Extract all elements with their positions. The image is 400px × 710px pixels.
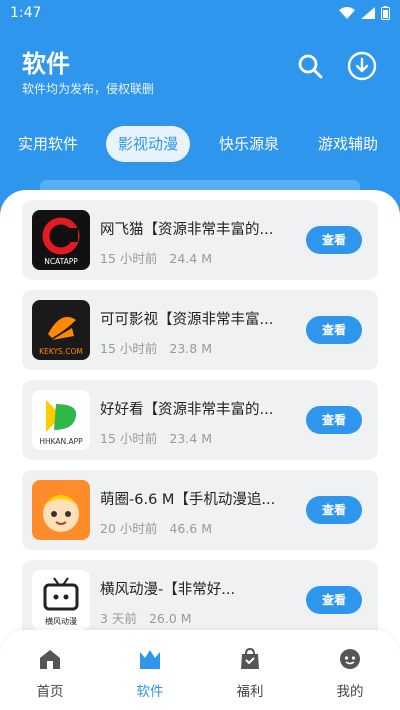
app-time: 20 小时前 [100, 521, 158, 536]
tab-game-assist[interactable]: 游戏辅助 [318, 126, 378, 162]
gift-icon [241, 647, 259, 669]
app-title: 可可影视【资源非常丰富... [100, 312, 274, 328]
wifi-icon [339, 7, 355, 19]
app-title: 横风动漫-【非常好... [100, 582, 236, 598]
nav-software[interactable]: 软件 [110, 648, 190, 700]
app-icon-ncat: NCATAPP [32, 210, 90, 270]
app-size: 23.8 M [169, 341, 212, 356]
home-icon [40, 650, 60, 669]
view-button[interactable]: 查看 [306, 406, 362, 434]
app-time: 15 小时前 [100, 251, 158, 266]
app-title: 萌圈-6.6 M【手机动漫追... [100, 492, 276, 508]
nav-label: 福利 [236, 684, 264, 700]
app-size: 46.6 M [169, 521, 212, 536]
app-meta: 15 小时前 23.8 M [100, 338, 212, 357]
app-size: 24.4 M [169, 251, 212, 266]
status-time: 1:47 [10, 5, 42, 21]
app-title: 好好看【资源非常丰富的... [100, 402, 274, 418]
nav-home[interactable]: 首页 [10, 648, 90, 700]
search-button[interactable] [294, 50, 326, 82]
app-time: 15 小时前 [100, 431, 158, 446]
tab-utility[interactable]: 实用软件 [18, 126, 78, 162]
status-bar: 1:47 [0, 0, 400, 28]
page-subtitle: 软件均为发布，侵权联删 [22, 82, 155, 96]
app-meta: 20 小时前 46.6 M [100, 518, 212, 537]
app-icon-hhkan: HHKAN.APP [32, 390, 90, 450]
svg-text:KEKYS.COM: KEKYS.COM [39, 347, 83, 356]
app-meta: 15 小时前 24.4 M [100, 248, 212, 267]
svg-text:HHKAN.APP: HHKAN.APP [39, 437, 83, 446]
tab-happy-source[interactable]: 快乐源泉 [219, 126, 279, 162]
software-icon [140, 650, 160, 669]
nav-label: 软件 [136, 684, 164, 700]
app-time: 15 小时前 [100, 341, 158, 356]
bottom-nav: 首页 软件 福利 我的 [0, 630, 400, 710]
nav-profile[interactable]: 我的 [310, 648, 390, 700]
app-card[interactable]: 横风动漫 横风动漫-【非常好... 3 天前 26.0 M 查看 [22, 560, 378, 640]
nav-label: 我的 [336, 684, 364, 700]
download-button[interactable] [346, 50, 378, 82]
app-card[interactable]: KEKYS.COM 可可影视【资源非常丰富... 15 小时前 23.8 M 查看 [22, 290, 378, 370]
status-icons [339, 6, 390, 20]
category-tabs: 实用软件 影视动漫 快乐源泉 游戏辅助 [0, 122, 400, 162]
signal-icon [361, 7, 375, 19]
tab-video-anime[interactable]: 影视动漫 [106, 126, 191, 162]
nav-label: 首页 [36, 684, 64, 700]
profile-icon [340, 649, 360, 669]
view-button[interactable]: 查看 [306, 586, 362, 614]
app-icon-hengfeng: 横风动漫 [32, 570, 90, 630]
svg-text:NCATAPP: NCATAPP [44, 257, 78, 266]
app-title: 网飞猫【资源非常丰富的... [100, 222, 274, 238]
download-icon [347, 51, 377, 81]
svg-text:横风动漫: 横风动漫 [45, 616, 77, 626]
app-size: 26.0 M [148, 611, 192, 626]
app-icon-kekys: KEKYS.COM [32, 300, 90, 360]
content-panel: NCATAPP 网飞猫【资源非常丰富的... 15 小时前 24.4 M 查看 K… [0, 190, 400, 660]
app-meta: 3 天前 26.0 M [100, 608, 192, 627]
view-button[interactable]: 查看 [306, 226, 362, 254]
app-card[interactable]: HHKAN.APP 好好看【资源非常丰富的... 15 小时前 23.4 M 查看 [22, 380, 378, 460]
app-card[interactable]: NCATAPP 网飞猫【资源非常丰富的... 15 小时前 24.4 M 查看 [22, 200, 378, 280]
app-card[interactable]: 萌圈-6.6 M【手机动漫追... 20 小时前 46.6 M 查看 [22, 470, 378, 550]
view-button[interactable]: 查看 [306, 316, 362, 344]
app-meta: 15 小时前 23.4 M [100, 428, 212, 447]
app-size: 23.4 M [169, 431, 212, 446]
app-icon-mengquan [32, 480, 90, 540]
view-button[interactable]: 查看 [306, 496, 362, 524]
search-icon [298, 54, 323, 79]
app-time: 3 天前 [100, 611, 137, 626]
battery-icon [381, 6, 390, 20]
page-title: 软件 [22, 50, 70, 78]
nav-welfare[interactable]: 福利 [210, 647, 290, 700]
